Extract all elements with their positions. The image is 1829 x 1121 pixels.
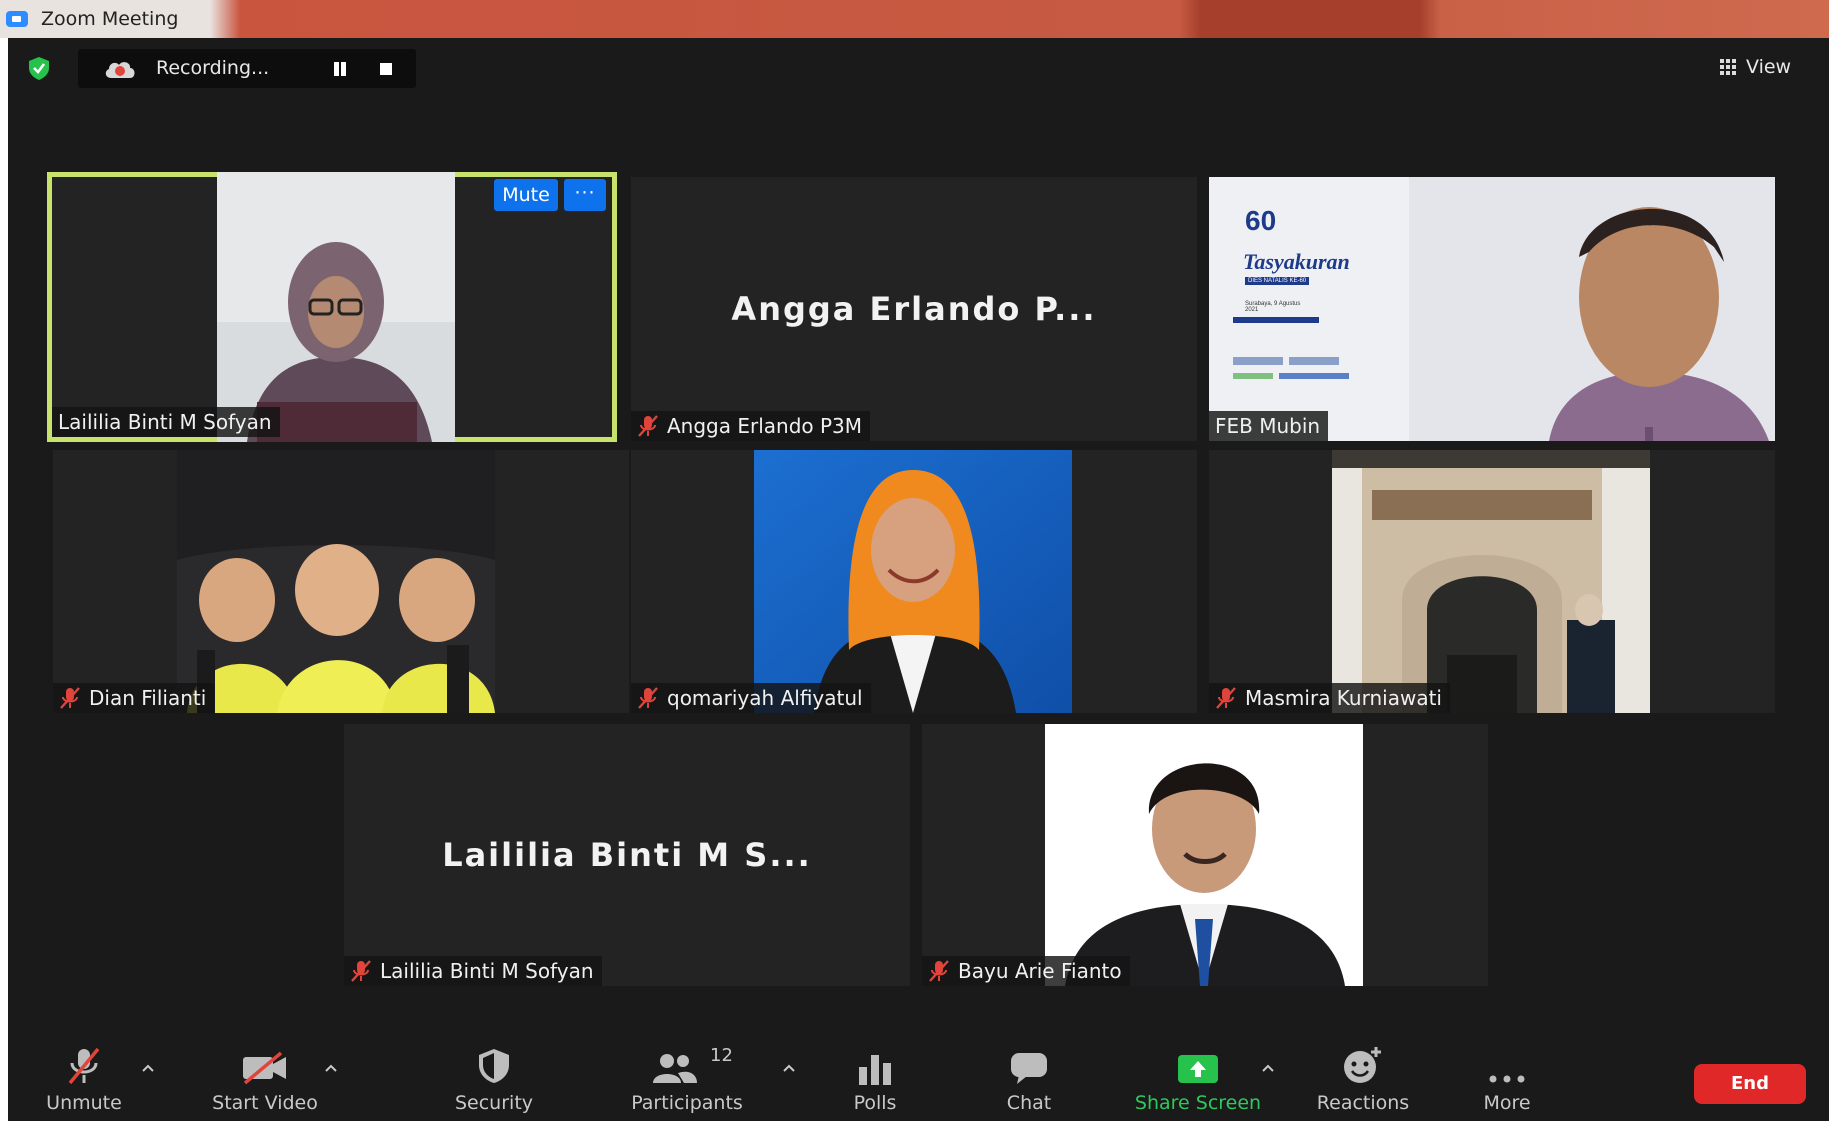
participant-name: Angga Erlando P3M — [667, 414, 863, 438]
participant-display-name: Laililia Binti M S... — [442, 836, 812, 874]
chat-label: Chat — [1006, 1092, 1052, 1114]
participant-name: Dian Filianti — [89, 686, 207, 710]
participant-name-tag: Laililia Binti M Sofyan — [344, 956, 602, 986]
participants-label: Participants — [631, 1092, 743, 1114]
view-button[interactable]: View — [1720, 52, 1791, 82]
muted-mic-icon — [1216, 687, 1236, 709]
muted-mic-icon — [60, 687, 80, 709]
slide-heading: Tasyakuran — [1243, 249, 1350, 274]
view-label: View — [1746, 56, 1792, 78]
grid-view-icon — [1720, 59, 1738, 75]
more-button[interactable]: More — [1474, 1045, 1540, 1121]
window-title: Zoom Meeting — [41, 8, 179, 30]
reactions-icon — [1344, 1047, 1381, 1083]
participant-name-tag: FEB Mubin — [1209, 411, 1329, 441]
meeting-window: Recording... View Mute ··· Laililia Bint… — [8, 38, 1829, 1121]
encryption-shield-icon[interactable] — [26, 55, 52, 81]
end-meeting-button[interactable]: End — [1694, 1064, 1806, 1104]
audio-options-caret-icon[interactable] — [141, 1063, 155, 1073]
muted-mic-icon — [638, 415, 658, 437]
chat-button[interactable]: Chat — [994, 1045, 1064, 1121]
security-button[interactable]: Security — [444, 1045, 544, 1121]
slide-subheading: DIES NATALIS KE-60 — [1245, 277, 1310, 285]
participant-name: Laililia Binti M Sofyan — [58, 410, 272, 434]
participant-video — [754, 450, 1072, 713]
participant-video — [217, 172, 455, 442]
slide-place-date: Surabaya, 9 Agustus 2021 — [1245, 301, 1301, 313]
muted-mic-icon — [638, 687, 658, 709]
cloud-recording-icon — [105, 62, 135, 78]
start-video-button[interactable]: Start Video — [204, 1045, 326, 1121]
security-shield-icon — [479, 1049, 509, 1083]
share-screen-button[interactable]: Share Screen — [1128, 1045, 1268, 1121]
reactions-button[interactable]: Reactions — [1308, 1045, 1418, 1121]
muted-mic-icon — [351, 960, 371, 982]
video-options-caret-icon[interactable] — [324, 1063, 338, 1073]
participant-name-tag: Dian Filianti — [53, 683, 215, 713]
video-tile[interactable]: qomariyah Alfiyatul — [631, 450, 1197, 713]
video-tile[interactable]: Laililia Binti M S... Laililia Binti M S… — [344, 724, 910, 986]
participants-options-caret-icon[interactable] — [782, 1063, 796, 1073]
polls-button[interactable]: Polls — [840, 1045, 910, 1121]
recording-status: Recording... — [156, 57, 270, 79]
muted-mic-icon — [68, 1047, 100, 1085]
pause-recording-button[interactable] — [332, 62, 348, 76]
participant-name: Bayu Arie Fianto — [958, 959, 1122, 983]
video-tile[interactable]: Dian Filianti — [53, 450, 629, 713]
title-bar: Zoom Meeting — [0, 0, 1829, 38]
zoom-logo-icon — [6, 11, 28, 27]
video-tile[interactable]: 60 Tasyakuran DIES NATALIS KE-60 Surabay… — [1209, 177, 1775, 441]
security-label: Security — [454, 1092, 534, 1114]
recording-bar: Recording... — [78, 49, 416, 88]
reactions-label: Reactions — [1316, 1092, 1410, 1114]
start-video-label: Start Video — [212, 1092, 318, 1114]
more-label: More — [1483, 1092, 1531, 1114]
share-screen-label: Share Screen — [1134, 1092, 1262, 1114]
video-tile[interactable]: Bayu Arie Fianto — [922, 724, 1488, 986]
participants-button[interactable]: 12 Participants — [624, 1045, 750, 1121]
video-tile[interactable]: Angga Erlando P... Angga Erlando P3M — [631, 177, 1197, 441]
participant-name: Masmira Kurniawati — [1245, 686, 1442, 710]
share-screen-icon — [1178, 1055, 1218, 1083]
participant-video — [1045, 724, 1363, 986]
participant-count: 12 — [710, 1045, 733, 1066]
participant-video — [177, 450, 495, 713]
muted-mic-icon — [929, 960, 949, 982]
unmute-label: Unmute — [46, 1092, 122, 1114]
participant-name-tag: Bayu Arie Fianto — [922, 956, 1130, 986]
more-dots-icon — [1489, 1075, 1525, 1083]
video-off-icon — [243, 1051, 286, 1085]
participant-video — [1332, 450, 1650, 713]
meeting-toolbar: Unmute Start Video Security 12 Participa… — [8, 1045, 1829, 1121]
video-tile-active[interactable]: Mute ··· Laililia Binti M Sofyan — [47, 172, 617, 442]
participant-display-name: Angga Erlando P... — [731, 290, 1097, 328]
share-options-caret-icon[interactable] — [1261, 1063, 1275, 1073]
stop-recording-button[interactable] — [380, 63, 392, 75]
slide-logo-number: 60 — [1245, 205, 1277, 236]
tile-mute-button[interactable]: Mute — [494, 179, 558, 211]
participants-icon — [653, 1054, 697, 1083]
participant-name: FEB Mubin — [1215, 414, 1321, 438]
video-tile[interactable]: Masmira Kurniawati — [1209, 450, 1775, 713]
participant-name-tag: Angga Erlando P3M — [631, 411, 871, 441]
unmute-button[interactable]: Unmute — [42, 1045, 126, 1121]
participant-name: qomariyah Alfiyatul — [667, 686, 863, 710]
participant-name-tag: qomariyah Alfiyatul — [631, 683, 871, 713]
tile-more-button[interactable]: ··· — [564, 179, 606, 211]
chat-icon — [1011, 1053, 1047, 1084]
polls-label: Polls — [853, 1092, 897, 1114]
polls-icon — [859, 1055, 891, 1085]
participant-name-tag: Laililia Binti M Sofyan — [52, 407, 280, 437]
participant-name-tag: Masmira Kurniawati — [1209, 683, 1450, 713]
participant-video: 60 Tasyakuran DIES NATALIS KE-60 Surabay… — [1209, 177, 1775, 441]
participant-name: Laililia Binti M Sofyan — [380, 959, 594, 983]
